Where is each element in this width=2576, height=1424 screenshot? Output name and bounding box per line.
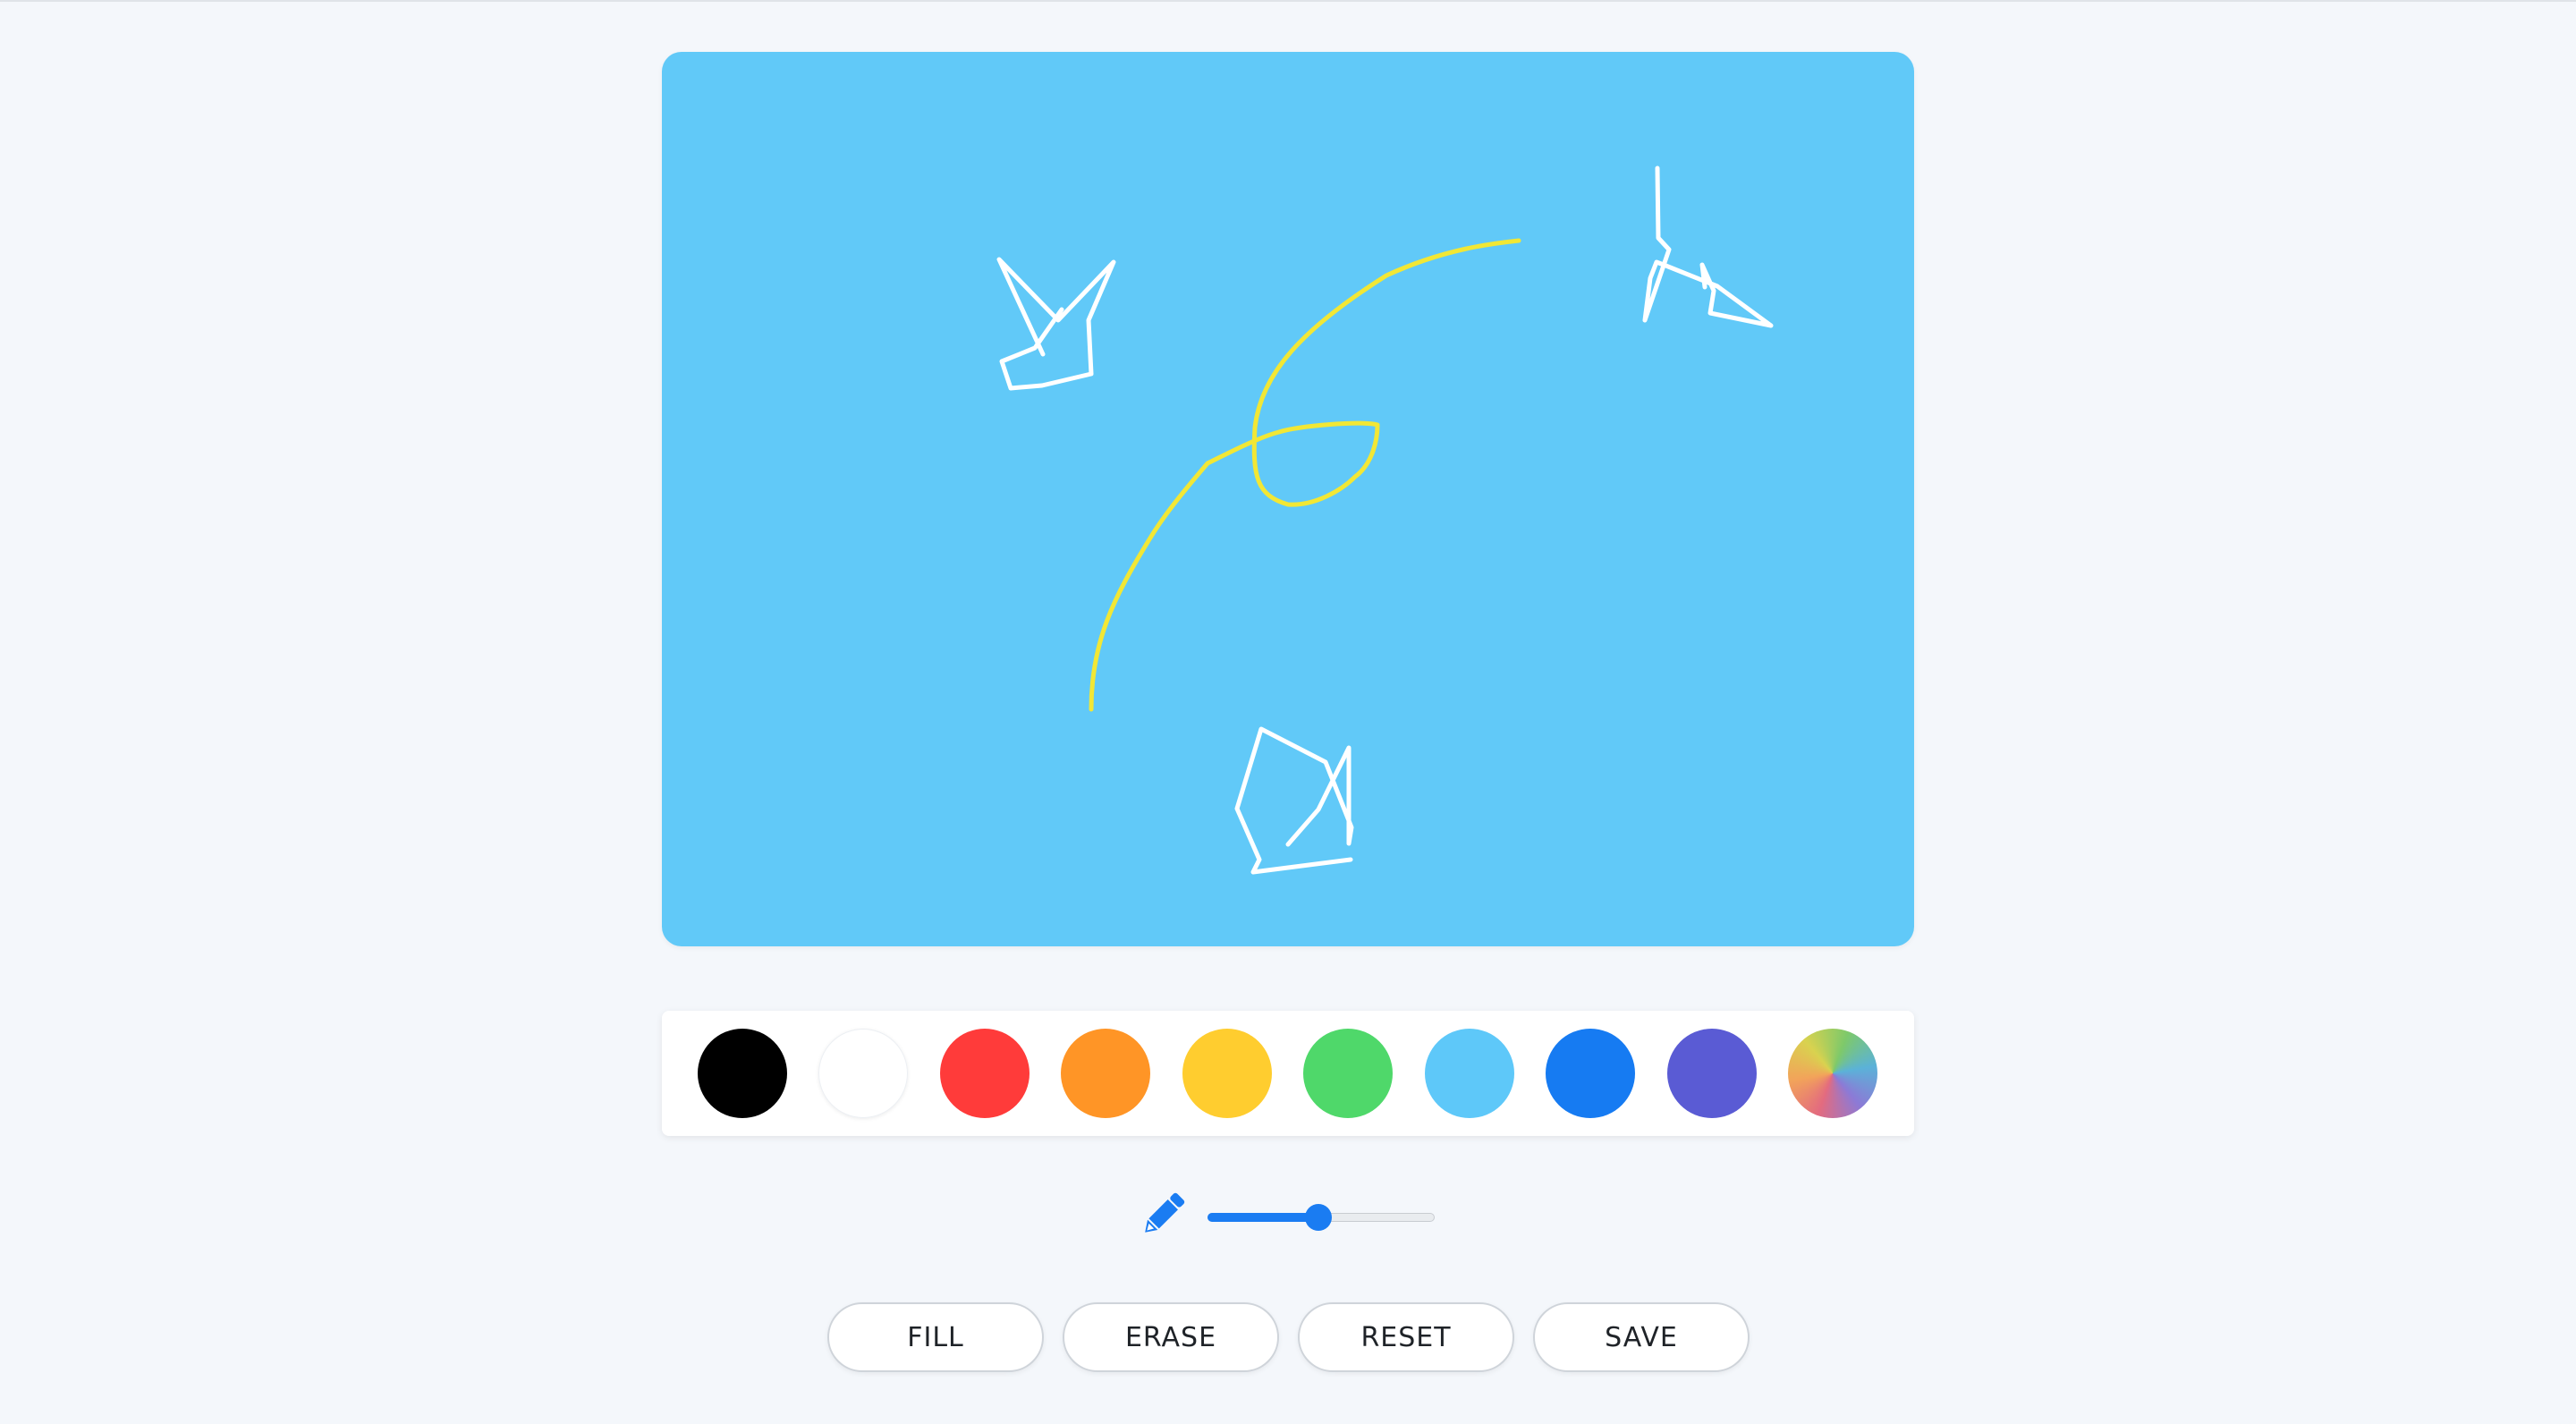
color-swatch-purple[interactable] <box>1667 1029 1757 1118</box>
save-button[interactable]: SAVE <box>1533 1302 1750 1372</box>
color-swatch-white[interactable] <box>818 1029 908 1118</box>
color-swatch-orange[interactable] <box>1061 1029 1150 1118</box>
color-swatch-red[interactable] <box>940 1029 1030 1118</box>
pencil-icon <box>1136 1188 1190 1242</box>
star-stroke <box>1234 726 1354 875</box>
erase-button[interactable]: ERASE <box>1063 1302 1279 1372</box>
color-swatch-green[interactable] <box>1303 1029 1393 1118</box>
slider-thumb[interactable] <box>1305 1204 1332 1231</box>
brush-size-slider[interactable] <box>1208 1204 1435 1231</box>
color-swatch-rainbow[interactable] <box>1788 1029 1877 1118</box>
fill-button[interactable]: FILL <box>827 1302 1044 1372</box>
color-swatch-light-blue[interactable] <box>1425 1029 1514 1118</box>
star-stroke <box>996 257 1116 391</box>
canvas-drawing <box>996 165 1774 875</box>
reset-button[interactable]: RESET <box>1298 1302 1514 1372</box>
brush-size-control <box>1127 1182 1449 1254</box>
color-swatch-yellow[interactable] <box>1182 1029 1272 1118</box>
slider-fill <box>1208 1213 1318 1222</box>
color-swatch-black[interactable] <box>698 1029 787 1118</box>
color-palette <box>662 1011 1914 1136</box>
star-stroke <box>1642 165 1774 328</box>
drawing-canvas[interactable] <box>662 52 1914 946</box>
color-swatch-blue[interactable] <box>1546 1029 1635 1118</box>
yellow-curve <box>1089 238 1521 712</box>
